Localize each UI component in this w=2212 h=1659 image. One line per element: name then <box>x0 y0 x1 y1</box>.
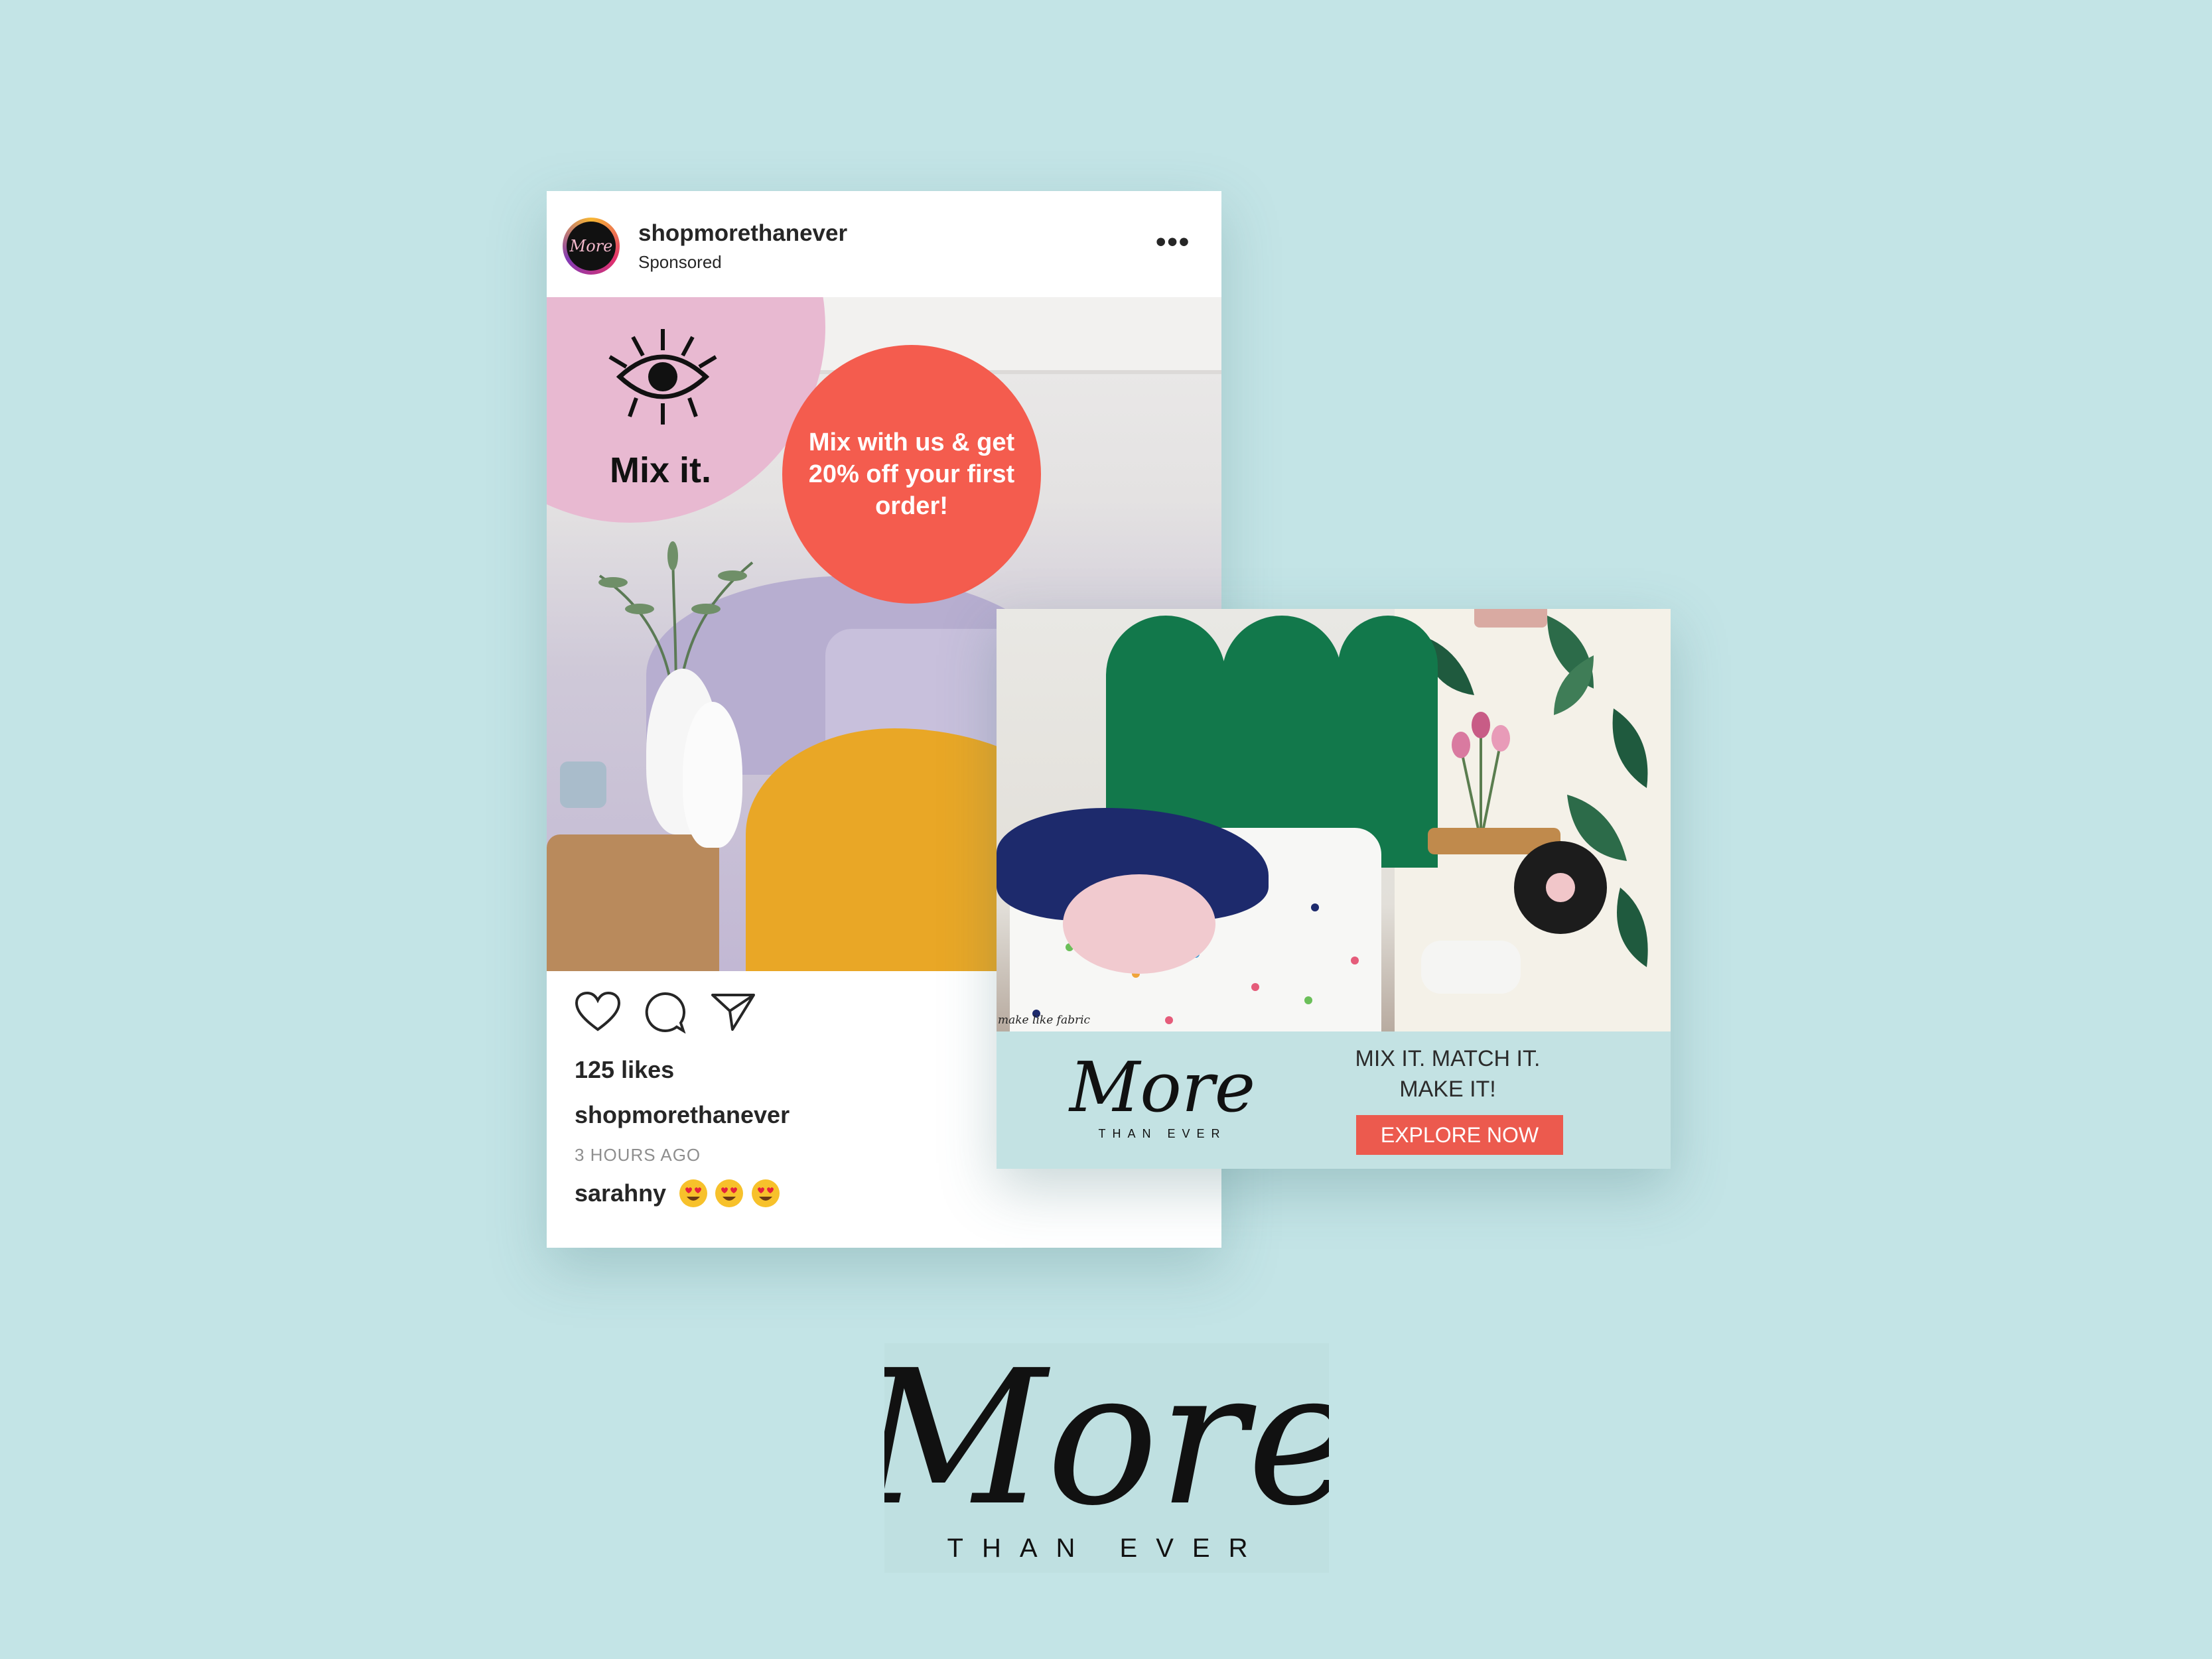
explore-now-button[interactable]: EXPLORE NOW <box>1356 1115 1563 1155</box>
logo-script: More <box>1068 1047 1255 1128</box>
promo-text: Mix with us & get 20% off your first ord… <box>808 429 1015 520</box>
post-timestamp: 3 HOURS AGO <box>575 1145 701 1165</box>
tagline-line-2: MAKE IT! <box>1399 1077 1496 1102</box>
logo-subtext: THAN EVER <box>1098 1127 1226 1140</box>
ad-tagline: MIX IT. MATCH IT. MAKE IT! <box>1332 1043 1564 1104</box>
share-icon[interactable] <box>710 991 756 1032</box>
comment-icon[interactable] <box>644 991 686 1033</box>
wooden-side-table <box>547 834 719 971</box>
banner-ad-card[interactable]: make like fabric More THAN EVER MIX IT. … <box>997 609 1671 1169</box>
more-than-ever-logo: More THAN EVER <box>853 1331 1357 1563</box>
post-header: More shopmorethanever Sponsored ••• <box>547 191 1221 297</box>
more-than-ever-logo: More THAN EVER <box>1068 1047 1255 1140</box>
brand-logo-tile: More THAN EVER <box>853 1331 1357 1573</box>
caption-username[interactable]: shopmorethanever <box>575 1101 790 1129</box>
likes-count: 125 likes <box>575 1056 675 1083</box>
brand-logo-script: More <box>884 1343 1329 1547</box>
brand-logo-subtext: THAN EVER <box>947 1534 1267 1563</box>
banner-image: make like fabric <box>997 609 1671 1031</box>
comment-username[interactable]: sarahny <box>575 1179 666 1207</box>
eye-icon <box>608 329 717 425</box>
heart-icon[interactable] <box>575 991 621 1032</box>
white-sneakers <box>1421 941 1521 994</box>
mug <box>560 762 606 808</box>
avatar-logo-text: More <box>567 222 616 271</box>
record-label <box>1546 873 1575 902</box>
comment-emojis <box>678 1178 784 1211</box>
more-options-icon[interactable]: ••• <box>1156 226 1190 259</box>
pendant-lamp <box>1474 609 1547 628</box>
image-caption: make like fabric <box>998 1014 1091 1027</box>
heart-eyes-emoji-icon <box>751 1179 780 1207</box>
post-username[interactable]: shopmorethanever <box>638 220 847 247</box>
profile-avatar[interactable]: More <box>563 218 620 275</box>
tagline-line-1: MIX IT. MATCH IT. <box>1355 1046 1541 1071</box>
heart-eyes-emoji-icon <box>679 1179 707 1207</box>
banner-footer: More THAN EVER MIX IT. MATCH IT. MAKE IT… <box>997 1031 1671 1169</box>
flower-bouquet <box>1452 712 1510 841</box>
promo-circle: Mix with us & get 20% off your first ord… <box>782 345 1041 604</box>
sponsored-label: Sponsored <box>638 252 722 272</box>
heart-eyes-emoji-icon <box>715 1179 744 1207</box>
pink-round-pillow <box>1063 874 1215 974</box>
white-vase-small <box>683 702 742 848</box>
mix-it-headline: Mix it. <box>610 450 712 490</box>
